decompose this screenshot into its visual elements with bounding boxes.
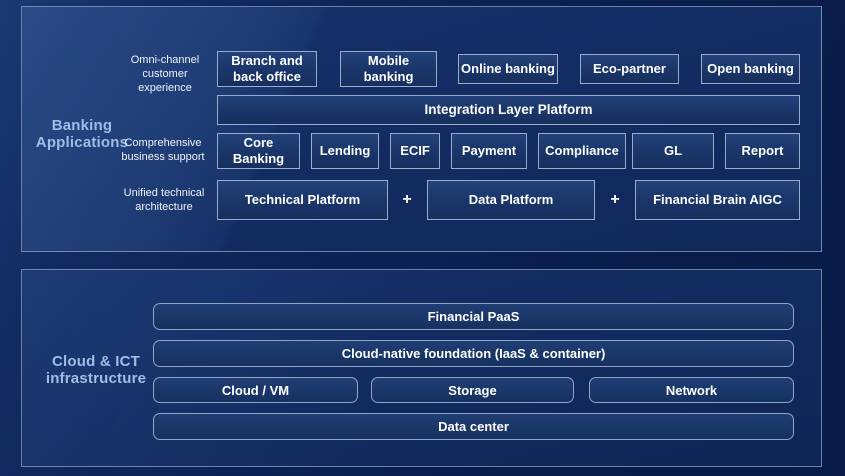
box-compliance: Compliance — [538, 133, 626, 169]
row-label-omni-channel: Omni-channel customer experience — [120, 53, 210, 95]
plus-icon: + — [604, 180, 626, 220]
row-label-unified-architecture: Unified technical architecture — [118, 186, 210, 214]
plus-icon: + — [396, 180, 418, 220]
box-cloud-native-foundation: Cloud-native foundation (IaaS & containe… — [153, 340, 794, 367]
box-ecif: ECIF — [390, 133, 440, 169]
box-lending: Lending — [311, 133, 379, 169]
box-mobile-banking: Mobile banking — [340, 51, 437, 87]
box-core-banking: Core Banking — [217, 133, 300, 169]
architecture-diagram: Banking Applications Omni-channel custom… — [0, 0, 845, 476]
box-online-banking: Online banking — [458, 54, 558, 84]
box-cloud-vm: Cloud / VM — [153, 377, 358, 403]
box-integration-layer-platform: Integration Layer Platform — [217, 95, 800, 125]
box-storage: Storage — [371, 377, 574, 403]
box-open-banking: Open banking — [701, 54, 800, 84]
cloud-ict-title: Cloud & ICT infrastructure — [22, 354, 170, 387]
box-financial-paas: Financial PaaS — [153, 303, 794, 330]
box-report: Report — [725, 133, 800, 169]
box-data-center: Data center — [153, 413, 794, 440]
banking-applications-panel: Banking Applications Omni-channel custom… — [21, 6, 822, 252]
cloud-ict-panel: Cloud & ICT infrastructure Financial Paa… — [21, 269, 822, 467]
box-payment: Payment — [451, 133, 527, 169]
box-branch-back-office: Branch and back office — [217, 51, 317, 87]
box-gl: GL — [632, 133, 714, 169]
box-eco-partner: Eco-partner — [580, 54, 679, 84]
row-label-business-support: Comprehensive business support — [114, 136, 212, 164]
box-network: Network — [589, 377, 794, 403]
box-financial-brain-aigc: Financial Brain AIGC — [635, 180, 800, 220]
box-technical-platform: Technical Platform — [217, 180, 388, 220]
box-data-platform: Data Platform — [427, 180, 595, 220]
